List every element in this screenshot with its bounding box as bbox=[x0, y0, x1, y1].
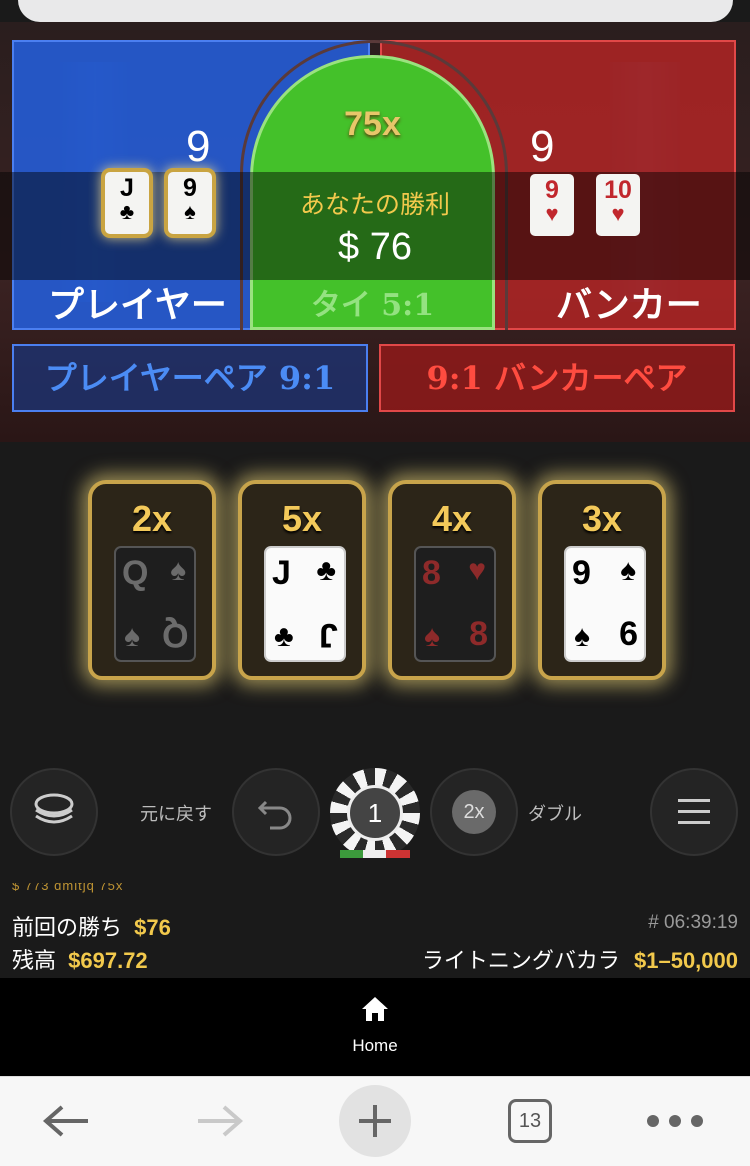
banker-label: バンカー bbox=[556, 284, 702, 326]
undo-button[interactable] bbox=[232, 768, 320, 856]
win-amount: $ 76 bbox=[338, 226, 412, 268]
card-suit-bottom: ♠ bbox=[124, 620, 140, 653]
double-button[interactable]: 2x bbox=[430, 768, 518, 856]
player-score: 9 bbox=[186, 122, 211, 171]
tab-count: 13 bbox=[508, 1099, 552, 1143]
last-win-label: 前回の勝ち bbox=[12, 915, 123, 940]
card-face: Q ♠ ♠ Q bbox=[114, 546, 196, 662]
card-rank: 9 bbox=[572, 554, 591, 592]
lightning-multiplier: 2x bbox=[131, 498, 173, 539]
player-label: プレイヤー bbox=[48, 284, 227, 326]
home-navigation-bar bbox=[0, 978, 750, 1076]
lightning-multiplier: 4x bbox=[431, 498, 473, 539]
card-rank: J bbox=[272, 554, 291, 592]
chip-stack-button[interactable] bbox=[10, 768, 98, 856]
lightning-multiplier: 5x bbox=[281, 498, 323, 539]
new-tab-button[interactable] bbox=[338, 1085, 412, 1157]
banker-score: 9 bbox=[530, 122, 555, 171]
home-icon[interactable] bbox=[360, 995, 390, 1023]
card-face: J ♣ ♣ J bbox=[264, 546, 346, 662]
last-win-value: $76 bbox=[134, 915, 171, 940]
card-rank-bottom: 6 bbox=[619, 615, 638, 653]
hamburger-icon bbox=[678, 799, 710, 824]
lightning-card-2: 5x J ♣ ♣ J bbox=[238, 480, 366, 680]
more-dots-icon bbox=[647, 1115, 703, 1127]
lightning-card-1: 2x Q ♠ ♠ Q bbox=[88, 480, 216, 680]
double-chip-icon: 2x bbox=[452, 790, 496, 834]
lightning-multiplier: 3x bbox=[581, 498, 623, 539]
forward-arrow-icon bbox=[198, 1105, 244, 1137]
forward-button[interactable] bbox=[190, 1090, 250, 1152]
card-suit-bottom: ♠ bbox=[574, 620, 590, 653]
win-ticker: $ 773 dmltjq 75x bbox=[12, 883, 124, 893]
win-title: あなたの勝利 bbox=[299, 190, 450, 219]
undo-label: 元に戻す bbox=[140, 804, 212, 825]
lightning-card-3: 4x 8 ♥ ♠ 8 bbox=[388, 480, 516, 680]
back-button[interactable] bbox=[36, 1090, 96, 1152]
chip-stack-icon bbox=[34, 793, 74, 824]
top-handle-bar bbox=[18, 0, 733, 22]
card-suit: ♣ bbox=[316, 554, 336, 587]
balance: 残高 $697.72 bbox=[12, 943, 148, 975]
banker-pair-bet[interactable]: 9:1 バンカーペア bbox=[379, 344, 735, 412]
last-win: 前回の勝ち $76 bbox=[12, 910, 171, 942]
balance-value: $697.72 bbox=[68, 948, 148, 973]
card-suit: ♠ bbox=[620, 554, 636, 587]
tabs-button[interactable]: 13 bbox=[502, 1090, 558, 1152]
card-face: 8 ♥ ♠ 8 bbox=[414, 546, 496, 662]
home-label[interactable]: Home bbox=[0, 1036, 750, 1056]
card-rank: 8 bbox=[422, 554, 441, 592]
chip-value: 1 bbox=[347, 785, 403, 841]
double-label: ダブル bbox=[528, 804, 582, 825]
card-rank-bottom: 8 bbox=[469, 615, 488, 653]
menu-button[interactable] bbox=[650, 768, 738, 856]
game-name: ライトニングバカラ bbox=[421, 948, 620, 973]
tie-label: タイ 5:1 bbox=[310, 288, 435, 323]
bet-limits: $1–50,000 bbox=[634, 948, 738, 973]
card-face: 9 ♠ ♠ 6 bbox=[564, 546, 646, 662]
lightning-card-4: 3x 9 ♠ ♠ 6 bbox=[538, 480, 666, 680]
round-id: # 06:39:19 bbox=[648, 912, 738, 933]
undo-icon bbox=[257, 800, 292, 830]
chip-selector[interactable]: 1 bbox=[330, 768, 420, 858]
balance-label: 残高 bbox=[12, 948, 57, 973]
tie-multiplier: 75x bbox=[344, 105, 401, 143]
card-rank-bottom: J bbox=[319, 616, 338, 654]
plus-icon bbox=[339, 1085, 411, 1157]
player-pair-bet[interactable]: プレイヤーペア 9:1 bbox=[12, 344, 368, 412]
card-suit: ♥ bbox=[468, 554, 486, 587]
card-suit: ♠ bbox=[170, 554, 186, 587]
app-root: 75x 9 9 J ♣ 9 ♠ 9 ♥ 10 ♥ あなたの勝利 $ 76 プレイ… bbox=[0, 0, 750, 1166]
card-suit-bottom: ♣ bbox=[274, 620, 294, 653]
card-rank-bottom: Q bbox=[161, 616, 188, 654]
back-arrow-icon bbox=[42, 1105, 88, 1137]
chip-stripe bbox=[340, 850, 410, 858]
card-suit-bottom: ♠ bbox=[424, 620, 440, 653]
card-rank: Q bbox=[122, 554, 149, 592]
game-info: ライトニングバカラ $1–50,000 bbox=[422, 943, 738, 975]
more-button[interactable] bbox=[640, 1090, 710, 1152]
